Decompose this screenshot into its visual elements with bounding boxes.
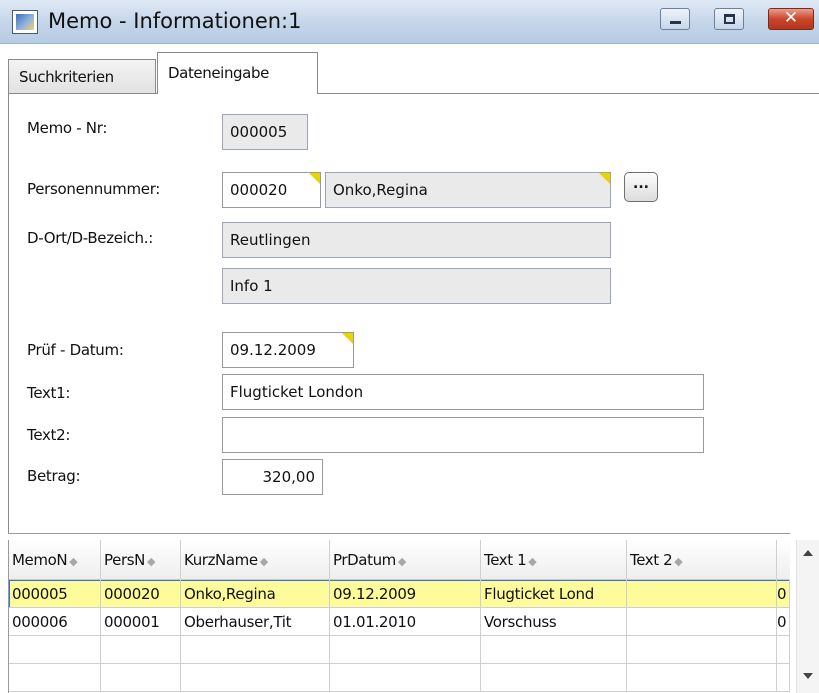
cell-text2[interactable] — [627, 608, 777, 636]
active-tab-connector — [158, 93, 317, 95]
person-lookup-button[interactable]: ... — [624, 172, 658, 202]
cell-text1[interactable] — [481, 664, 627, 692]
tab-divider — [8, 93, 819, 94]
cell-prdatum[interactable]: 09.12.2009 — [330, 580, 481, 608]
sort-icon: ◆ — [69, 555, 78, 568]
grid-vertical-scrollbar[interactable] — [796, 540, 819, 693]
maximize-button[interactable] — [714, 8, 744, 30]
cell-persnr[interactable] — [101, 664, 181, 692]
personennummer-field[interactable]: 000020 — [222, 172, 321, 208]
memo-table[interactable]: MemoN ◆ PersN ◆ KurzName ◆ PrDatum ◆ Text 1 ◆… — [8, 540, 790, 693]
cell-persnr[interactable] — [101, 636, 181, 664]
cell-text2[interactable] — [627, 664, 777, 692]
memo-window: Memo - Informationen:1 ✕ Suchkriterien D… — [0, 0, 819, 693]
cell-extra[interactable]: 0 — [777, 608, 790, 636]
minimize-icon — [670, 21, 681, 24]
grid-separator — [8, 533, 790, 534]
column-header-memonr[interactable]: MemoN ◆ — [9, 540, 101, 580]
cell-memonr[interactable]: 000006 — [9, 608, 101, 636]
close-icon: ✕ — [783, 8, 799, 28]
cell-persnr[interactable]: 000001 — [101, 608, 181, 636]
sort-icon: ◆ — [674, 555, 683, 568]
personennummer-label: Personennummer: — [27, 180, 161, 198]
maximize-icon — [724, 14, 735, 24]
column-header-text2[interactable]: Text 2 ◆ — [627, 540, 777, 580]
table-row[interactable] — [9, 636, 790, 664]
text1-label: Text1: — [27, 384, 71, 402]
column-header-text1[interactable]: Text 1 ◆ — [481, 540, 627, 580]
text1-field[interactable]: Flugticket London — [222, 374, 704, 410]
column-header-extra[interactable] — [777, 540, 790, 580]
close-button[interactable]: ✕ — [768, 8, 814, 30]
pruef-datum-label: Prüf - Datum: — [27, 341, 124, 359]
sort-icon: ◆ — [146, 555, 156, 568]
window-title: Memo - Informationen:1 — [48, 9, 302, 33]
cell-memonr[interactable] — [9, 664, 101, 692]
cell-kurzname[interactable]: Oberhauser,Tit — [181, 608, 330, 636]
column-header-prdatum[interactable]: PrDatum ◆ — [330, 540, 481, 580]
table-header: MemoN ◆ PersN ◆ KurzName ◆ PrDatum ◆ Text 1 ◆… — [9, 540, 790, 580]
sort-icon: ◆ — [259, 555, 268, 568]
pruef-datum-field[interactable]: 09.12.2009 — [222, 332, 354, 368]
cell-memonr[interactable] — [9, 636, 101, 664]
cell-memonr[interactable]: 000005 — [9, 580, 101, 608]
text2-field[interactable] — [222, 417, 704, 453]
text2-label: Text2: — [27, 426, 71, 444]
cell-text2[interactable] — [627, 636, 777, 664]
column-header-kurzname[interactable]: KurzName ◆ — [181, 540, 330, 580]
cell-prdatum[interactable]: 01.01.2010 — [330, 608, 481, 636]
ort-bezeichnung-label: D-Ort/D-Bezeich.: — [27, 229, 153, 247]
scroll-down-arrow-icon[interactable] — [803, 673, 813, 679]
cell-persnr[interactable]: 000020 — [101, 580, 181, 608]
cell-extra[interactable] — [777, 664, 790, 692]
cell-kurzname[interactable] — [181, 636, 330, 664]
ort-field[interactable]: Reutlingen — [222, 222, 611, 258]
memo-nr-field[interactable]: 000005 — [222, 114, 308, 150]
cell-text1[interactable]: Flugticket Lond — [481, 580, 627, 608]
tab-suchkriterien[interactable]: Suchkriterien — [8, 59, 156, 93]
memo-nr-label: Memo - Nr: — [27, 119, 108, 137]
cell-text1[interactable]: Vorschuss — [481, 608, 627, 636]
cell-extra[interactable]: 0 — [777, 580, 790, 608]
person-name-field[interactable]: Onko,Regina — [325, 172, 611, 208]
sort-icon: ◆ — [397, 555, 406, 568]
cell-prdatum[interactable] — [330, 636, 481, 664]
cell-kurzname[interactable] — [181, 664, 330, 692]
minimize-button[interactable] — [660, 8, 690, 30]
cell-kurzname[interactable]: Onko,Regina — [181, 580, 330, 608]
betrag-label: Betrag: — [27, 467, 81, 485]
cell-text2[interactable] — [627, 580, 777, 608]
bezeichnung-field[interactable]: Info 1 — [222, 268, 611, 304]
table-row[interactable]: 000005 000020 Onko,Regina 09.12.2009 Flu… — [9, 580, 790, 608]
panel-left-border — [8, 93, 9, 533]
tab-dateneingabe[interactable]: Dateneingabe — [157, 52, 318, 94]
column-header-persnr[interactable]: PersN ◆ — [101, 540, 181, 580]
cell-prdatum[interactable] — [330, 664, 481, 692]
cell-extra[interactable] — [777, 636, 790, 664]
cell-text1[interactable] — [481, 636, 627, 664]
betrag-field[interactable]: 320,00 — [222, 459, 323, 495]
table-row[interactable]: 000006 000001 Oberhauser,Tit 01.01.2010 … — [9, 608, 790, 636]
app-memo-icon — [12, 10, 38, 34]
scroll-up-arrow-icon[interactable] — [803, 550, 813, 556]
table-row[interactable] — [9, 664, 790, 692]
sort-icon: ◆ — [528, 555, 537, 568]
title-bar[interactable]: Memo - Informationen:1 ✕ — [0, 0, 819, 44]
